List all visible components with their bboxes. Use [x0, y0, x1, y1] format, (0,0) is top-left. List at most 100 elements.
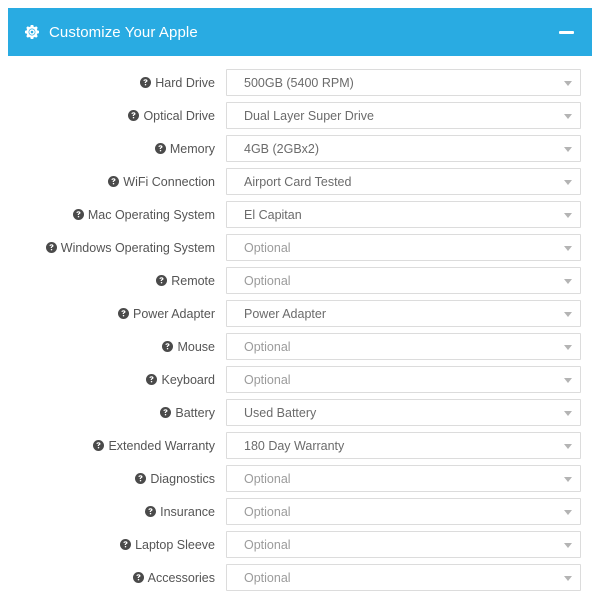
- select-wrapper: Optional: [226, 366, 581, 393]
- select-wrapper: Optional: [226, 267, 581, 294]
- question-circle-icon[interactable]: [156, 275, 168, 286]
- question-circle-icon[interactable]: [108, 176, 120, 187]
- form-row-label: Remote: [8, 274, 226, 288]
- customize-panel: Customize Your Apple Hard Drive 500GB (5…: [8, 8, 592, 594]
- panel-header: Customize Your Apple: [8, 8, 592, 56]
- form-row-label-text: Insurance: [160, 504, 215, 519]
- gear-icon: [24, 24, 40, 40]
- select-windows-operating-system[interactable]: Optional: [226, 234, 581, 261]
- question-circle-icon[interactable]: [145, 506, 157, 517]
- select-wrapper: Power Adapter: [226, 300, 581, 327]
- panel-body: Hard Drive 500GB (5400 RPM) Optical Driv…: [8, 56, 592, 594]
- question-circle-icon[interactable]: [93, 440, 105, 451]
- form-row-keyboard: Keyboard Optional: [8, 363, 592, 396]
- question-circle-icon[interactable]: [132, 572, 144, 583]
- form-row-laptop-sleeve: Laptop Sleeve Optional: [8, 528, 592, 561]
- select-wrapper: Used Battery: [226, 399, 581, 426]
- form-row-label: Mouse: [8, 340, 226, 354]
- form-row-label-text: Hard Drive: [155, 75, 215, 90]
- form-row-label: Accessories: [8, 571, 226, 585]
- select-wrapper: 180 Day Warranty: [226, 432, 581, 459]
- form-row-label-text: Accessories: [147, 570, 215, 585]
- form-row-label-text: Memory: [169, 141, 215, 156]
- form-row-label-text: WiFi Connection: [123, 174, 215, 189]
- select-extended-warranty[interactable]: 180 Day Warranty: [226, 432, 581, 459]
- select-wrapper: Optional: [226, 531, 581, 558]
- form-row-label-text: Diagnostics: [150, 471, 215, 486]
- form-row-label: Mac Operating System: [8, 208, 226, 222]
- select-wrapper: Optional: [226, 498, 581, 525]
- select-wrapper: 500GB (5400 RPM): [226, 69, 581, 96]
- select-keyboard[interactable]: Optional: [226, 366, 581, 393]
- form-row-battery: Battery Used Battery: [8, 396, 592, 429]
- question-circle-icon[interactable]: [128, 110, 140, 121]
- select-mouse[interactable]: Optional: [226, 333, 581, 360]
- select-remote[interactable]: Optional: [226, 267, 581, 294]
- form-row-label-text: Laptop Sleeve: [135, 537, 215, 552]
- form-row-label-text: Battery: [175, 405, 215, 420]
- form-row-label-text: Windows Operating System: [60, 240, 215, 255]
- form-row-optical-drive: Optical Drive Dual Layer Super Drive: [8, 99, 592, 132]
- form-row-label: Hard Drive: [8, 76, 226, 90]
- form-row-extended-warranty: Extended Warranty 180 Day Warranty: [8, 429, 592, 462]
- select-wrapper: Dual Layer Super Drive: [226, 102, 581, 129]
- form-row-remote: Remote Optional: [8, 264, 592, 297]
- select-diagnostics[interactable]: Optional: [226, 465, 581, 492]
- select-wrapper: Optional: [226, 564, 581, 591]
- form-row-label-text: Mouse: [177, 339, 215, 354]
- form-row-label-text: Optical Drive: [143, 108, 215, 123]
- panel-header-left: Customize Your Apple: [24, 24, 198, 40]
- select-accessories[interactable]: Optional: [226, 564, 581, 591]
- form-row-label: Insurance: [8, 505, 226, 519]
- form-row-hard-drive: Hard Drive 500GB (5400 RPM): [8, 66, 592, 99]
- question-circle-icon[interactable]: [160, 407, 172, 418]
- question-circle-icon[interactable]: [135, 473, 147, 484]
- form-row-label: Windows Operating System: [8, 241, 226, 255]
- select-battery[interactable]: Used Battery: [226, 399, 581, 426]
- question-circle-icon[interactable]: [162, 341, 174, 352]
- form-row-mac-operating-system: Mac Operating System El Capitan: [8, 198, 592, 231]
- form-row-label: WiFi Connection: [8, 175, 226, 189]
- form-row-label: Memory: [8, 142, 226, 156]
- question-circle-icon[interactable]: [140, 77, 152, 88]
- form-row-label-text: Mac Operating System: [87, 207, 215, 222]
- form-row-windows-operating-system: Windows Operating System Optional: [8, 231, 592, 264]
- select-insurance[interactable]: Optional: [226, 498, 581, 525]
- select-optical-drive[interactable]: Dual Layer Super Drive: [226, 102, 581, 129]
- question-circle-icon[interactable]: [154, 143, 166, 154]
- form-row-label-text: Extended Warranty: [108, 438, 215, 453]
- question-circle-icon[interactable]: [118, 308, 129, 319]
- form-row-label: Extended Warranty: [8, 439, 226, 453]
- question-circle-icon[interactable]: [72, 209, 84, 220]
- question-circle-icon[interactable]: [45, 242, 57, 253]
- select-laptop-sleeve[interactable]: Optional: [226, 531, 581, 558]
- form-row-label: Battery: [8, 406, 226, 420]
- select-power-adapter[interactable]: Power Adapter: [226, 300, 581, 327]
- select-wifi-connection[interactable]: Airport Card Tested: [226, 168, 581, 195]
- options-form: Hard Drive 500GB (5400 RPM) Optical Driv…: [8, 66, 592, 594]
- select-mac-operating-system[interactable]: El Capitan: [226, 201, 581, 228]
- select-wrapper: 4GB (2GBx2): [226, 135, 581, 162]
- question-circle-icon[interactable]: [146, 374, 158, 385]
- form-row-wifi-connection: WiFi Connection Airport Card Tested: [8, 165, 592, 198]
- select-wrapper: Optional: [226, 333, 581, 360]
- form-row-accessories: Accessories Optional: [8, 561, 592, 594]
- minimize-button[interactable]: [556, 22, 576, 42]
- select-wrapper: Optional: [226, 234, 581, 261]
- form-row-power-adapter: Power Adapter Power Adapter: [8, 297, 592, 330]
- select-wrapper: Optional: [226, 465, 581, 492]
- form-row-memory: Memory 4GB (2GBx2): [8, 132, 592, 165]
- select-wrapper: Airport Card Tested: [226, 168, 581, 195]
- question-circle-icon[interactable]: [120, 539, 132, 550]
- form-row-diagnostics: Diagnostics Optional: [8, 462, 592, 495]
- form-row-label: Power Adapter: [8, 307, 226, 321]
- select-hard-drive[interactable]: 500GB (5400 RPM): [226, 69, 581, 96]
- select-wrapper: El Capitan: [226, 201, 581, 228]
- minimize-icon: [558, 30, 574, 34]
- form-row-label: Optical Drive: [8, 109, 226, 123]
- form-row-label-text: Remote: [171, 273, 215, 288]
- form-row-label-text: Keyboard: [161, 372, 215, 387]
- form-row-label: Keyboard: [8, 373, 226, 387]
- form-row-label: Diagnostics: [8, 472, 226, 486]
- select-memory[interactable]: 4GB (2GBx2): [226, 135, 581, 162]
